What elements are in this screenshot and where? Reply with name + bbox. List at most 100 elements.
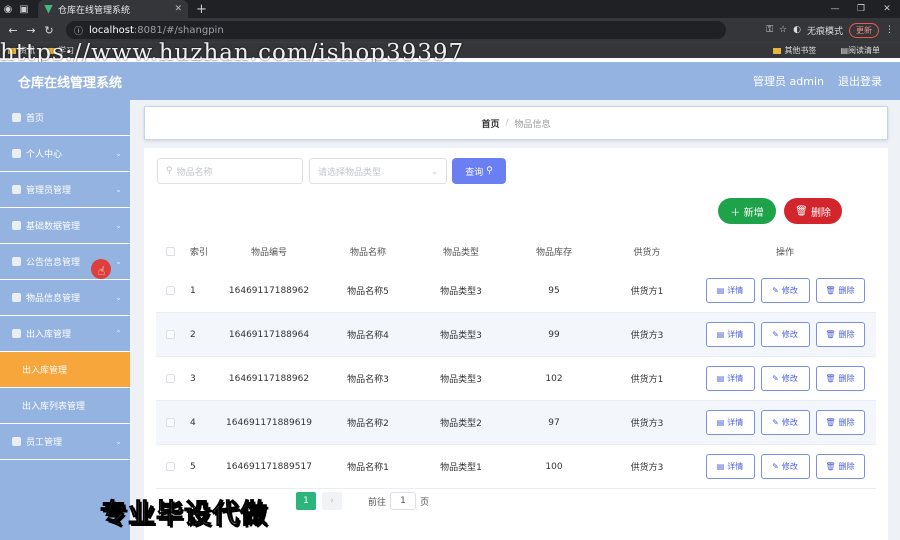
detail-button[interactable]: ▤ 详情 [705,366,755,391]
page-button-current[interactable]: 1 [296,492,316,510]
delete-button[interactable]: 🗑 删除 [815,454,865,479]
new-tab-button[interactable]: + [196,2,207,17]
next-page-button[interactable]: › [322,492,342,510]
row-checkbox[interactable] [156,462,184,471]
update-button[interactable]: 更新 [849,22,879,38]
query-button[interactable]: 查询 ⚲ [452,158,506,184]
sidebar-subitem-inout[interactable]: 出入库管理 [0,352,130,388]
sidebar-item-notice[interactable]: 公告信息管理 ⌄ [0,244,130,280]
chevron-down-icon: ⌄ [115,437,122,446]
sidebar-item-goods[interactable]: 物品信息管理 ⌄ [0,280,130,316]
goods-name-search-input[interactable]: ⚲ 物品名称 [157,158,303,184]
bookmark-folder-2[interactable]: 学习 [47,45,74,56]
profile-label[interactable]: 无痕模式 [807,24,843,37]
goods-table: 索引 物品编号 物品名称 物品类型 物品库存 供货方 操作 1 16469117… [156,233,876,489]
inout-icon [12,329,21,338]
delete-button[interactable]: 🗑 删除 [815,278,865,303]
folder-icon [8,47,16,54]
sidebar-item-profile[interactable]: 个人中心 ⌄ [0,136,130,172]
chevron-down-icon: ⌄ [115,221,122,230]
maximize-icon[interactable]: ❐ [848,4,874,14]
goods-icon [12,293,21,302]
incognito-icon: ◐ [793,25,801,35]
breadcrumb-current: 物品信息 [514,119,551,130]
add-button[interactable]: ＋ 新增 [718,198,776,224]
folder-icon [47,47,55,54]
header-code: 物品编号 [250,247,287,258]
select-all-checkbox[interactable] [156,246,184,256]
chevron-up-icon: ⌃ [115,329,122,338]
sidebar-item-inout[interactable]: 出入库管理 ⌃ [0,316,130,352]
table-row: 2 16469117188964 物品名称4 物品类型3 99 供货方3 ▤ 详情… [156,313,876,357]
edit-button[interactable]: ✎ 修改 [760,278,810,303]
edit-button[interactable]: ✎ 修改 [760,366,810,391]
goto-label: 前往 [368,497,387,508]
row-checkbox[interactable] [156,286,184,295]
detail-button[interactable]: ▤ 详情 [705,322,755,347]
close-icon[interactable]: ✕ [174,4,182,14]
cell-name: 物品名称3 [347,375,389,385]
back-icon[interactable]: ← [6,24,20,37]
info-icon[interactable]: ⓘ [74,24,83,37]
edit-button[interactable]: ✎ 修改 [760,454,810,479]
cell-stock: 97 [548,417,560,428]
detail-button[interactable]: ▤ 详情 [705,278,755,303]
delete-button[interactable]: 🗑 删除 [815,410,865,435]
tab-search-icon[interactable]: ▣ [16,0,32,18]
row-checkbox[interactable] [156,374,184,383]
cell-supplier: 供货方3 [630,419,664,429]
document-icon: ▤ [716,374,725,383]
logout-link[interactable]: 退出登录 [838,73,882,89]
sidebar-subitem-inout-list[interactable]: 出入库列表管理 [0,388,130,424]
header-type: 物品类型 [442,247,479,258]
cell-ops: ▤ 详情 ✎ 修改 🗑 删除 [694,366,876,391]
cell-type: 物品类型3 [440,287,482,297]
cell-supplier: 供货方3 [630,331,664,341]
key-icon[interactable]: ⚿ [766,25,773,35]
url-path: :8081/#/shangpin [133,24,224,36]
sidebar-item-admin[interactable]: 管理员管理 ⌄ [0,172,130,208]
edit-button[interactable]: ✎ 修改 [760,322,810,347]
admin-icon [12,185,21,194]
cell-stock: 95 [548,285,560,296]
browser-tab[interactable]: 仓库在线管理系统 ✕ [38,0,188,18]
forward-icon[interactable]: → [24,24,38,37]
minimize-icon[interactable]: — [822,4,848,14]
header-ops: 操作 [775,247,794,258]
folder-icon [773,47,782,54]
other-bookmarks[interactable]: 其他书签 [773,45,816,56]
bookmarks-bar: 资讯 学习 其他书签 ▤ 阅读清单 [0,42,900,58]
goto-page-input[interactable]: 1 [390,492,417,510]
list-panel: ⚲ 物品名称 请选择物品类型 ⌄ 查询 ⚲ ＋ 新增 🗑 删除 索引 物品编号 … [144,148,888,540]
globe-icon[interactable]: ◉ [0,0,16,18]
goods-type-select[interactable]: 请选择物品类型 ⌄ [309,158,447,184]
table-row: 4 164691171889619 物品名称2 物品类型2 97 供货方3 ▤ 详… [156,401,876,445]
bookmark-folder-1[interactable]: 资讯 [8,45,35,56]
row-checkbox[interactable] [156,330,184,339]
star-icon[interactable]: ☆ [779,25,787,35]
sidebar-item-home[interactable]: 首页 [0,100,130,136]
detail-button[interactable]: ▤ 详情 [705,410,755,435]
menu-icon[interactable]: ⋮ [885,25,894,35]
delete-button[interactable]: 🗑 删除 [815,366,865,391]
search-icon: ⚲ [483,166,493,176]
batch-delete-button[interactable]: 🗑 删除 [784,198,842,224]
delete-button[interactable]: 🗑 删除 [815,322,865,347]
edit-button[interactable]: ✎ 修改 [760,410,810,435]
admin-label: 管理员 admin [753,75,824,88]
header-supplier: 供货方 [633,247,661,258]
tab-title: 仓库在线管理系统 [58,5,131,16]
cell-type: 物品类型3 [440,375,482,385]
reload-icon[interactable]: ↻ [42,24,56,37]
breadcrumb-home[interactable]: 首页 [481,117,499,130]
url-field[interactable]: ⓘ localhost :8081/#/shangpin [66,21,726,39]
window-close-icon[interactable]: ✕ [874,4,900,14]
sidebar-item-staff[interactable]: 员工管理 ⌄ [0,424,130,460]
row-checkbox[interactable] [156,418,184,427]
table-row: 1 16469117188962 物品名称5 物品类型3 95 供货方1 ▤ 详情… [156,269,876,313]
sidebar-item-basic-data[interactable]: 基础数据管理 ⌄ [0,208,130,244]
breadcrumb-separator: / [505,118,509,128]
detail-button[interactable]: ▤ 详情 [705,454,755,479]
sidebar: 首页 个人中心 ⌄ 管理员管理 ⌄ 基础数据管理 ⌄ 公告信息管理 ⌄ 物品信息管理 ⌄ … [0,100,130,540]
reading-list[interactable]: ▤ 阅读清单 [840,45,880,56]
